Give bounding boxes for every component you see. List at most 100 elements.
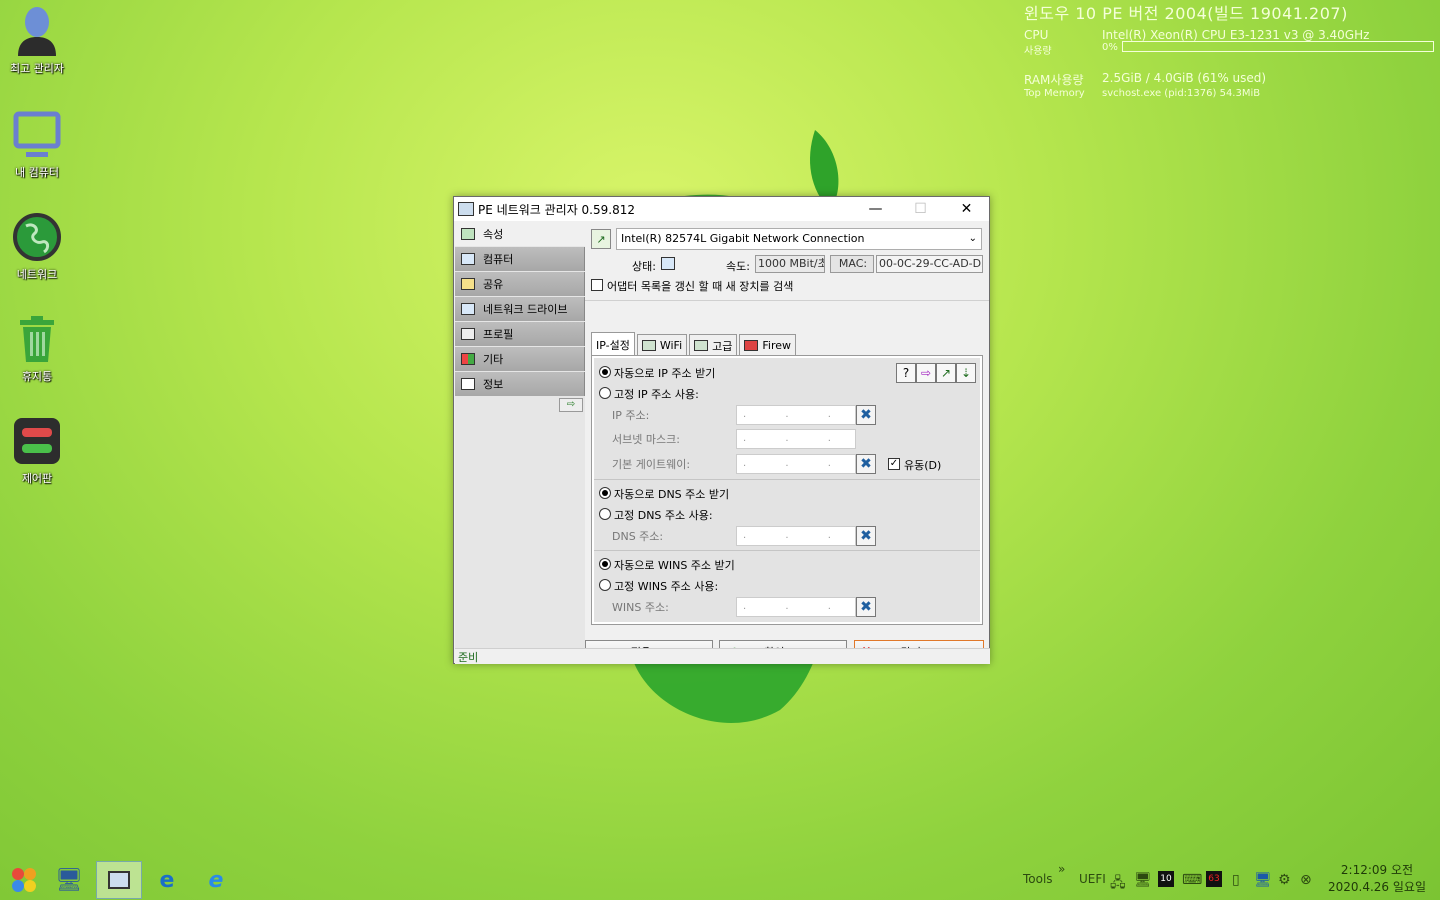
uefi-label: UEFI: [1079, 872, 1106, 886]
sidebar-item-label: 기타: [483, 353, 504, 366]
start-button[interactable]: [10, 866, 38, 894]
auto-dns-label: 자동으로 DNS 주소 받기: [614, 488, 730, 501]
advanced-settings-icon: [694, 340, 709, 351]
sidebar-item-properties[interactable]: 속성: [455, 222, 585, 246]
clock-time: 2:12:09 오전: [1340, 863, 1414, 877]
monitor-icon: [461, 253, 475, 265]
desktop-icon-admin[interactable]: 최고 관리자: [2, 6, 72, 76]
close-window-button[interactable]: ✕: [944, 197, 989, 221]
user-icon: [18, 7, 56, 56]
clock[interactable]: 2:12:09 오전 2020.4.26 일요일: [1322, 862, 1432, 896]
folder-icon: [461, 278, 475, 290]
wins-address-label: WINS 주소:: [612, 601, 669, 614]
tab-label: WiFi: [659, 339, 683, 352]
taskbar-network-manager[interactable]: [96, 861, 142, 899]
cpu-usage-label: 사용량: [1024, 46, 1052, 57]
desktop-icon-label: 최고 관리자: [9, 62, 65, 75]
sidebar-item-label: 속성: [483, 228, 504, 241]
expand-down-icon[interactable]: ⇣: [956, 363, 976, 383]
speed-label: 속도:: [726, 260, 750, 273]
internet-explorer-icon[interactable]: e: [202, 866, 230, 894]
auto-dns-radio[interactable]: [599, 487, 611, 499]
dynamic-checkbox[interactable]: ✓: [888, 458, 900, 470]
close-circle-tray-icon[interactable]: ⊗: [1300, 872, 1312, 888]
minimize-button[interactable]: —: [853, 197, 898, 221]
gateway-field[interactable]: . . .: [736, 454, 856, 474]
auto-ip-radio[interactable]: [599, 366, 611, 378]
network-tray-icon[interactable]: 🖧: [1110, 872, 1126, 896]
clear-gateway-icon[interactable]: ✖: [856, 454, 876, 474]
static-ip-label: 고정 IP 주소 사용:: [614, 388, 699, 401]
auto-ip-label: 자동으로 IP 주소 받기: [614, 367, 716, 380]
os-version: 윈도우 10 PE 버전 2004(빌드 19041.207): [1024, 4, 1348, 23]
sidebar-item-other[interactable]: 기타: [455, 347, 585, 371]
desktop-icon-my-computer[interactable]: 내 컴퓨터: [2, 110, 72, 180]
usb-tray-icon[interactable]: ▯: [1232, 872, 1240, 888]
cpu-usage-bar: [1122, 41, 1434, 52]
clear-wins-icon[interactable]: ✖: [856, 597, 876, 617]
collapse-arrow-icon[interactable]: ⇨: [559, 398, 583, 412]
speed-field: 1000 MBit/초: [755, 255, 825, 273]
profile-icon: [461, 328, 475, 340]
tab-firewall[interactable]: Firew: [739, 334, 797, 356]
desktop-icon-label: 휴지통: [21, 370, 53, 383]
number-tray-icon[interactable]: 10: [1158, 871, 1174, 887]
desktop-icon-recycle-bin[interactable]: 휴지통: [2, 314, 72, 384]
tab-ip-settings[interactable]: IP-설정: [591, 332, 635, 356]
maximize-button[interactable]: ☐: [898, 197, 943, 221]
display-tray-icon[interactable]: 🖥: [1254, 872, 1272, 888]
arrow-right-icon[interactable]: ⇨: [916, 363, 936, 383]
counter-tray-icon[interactable]: 63: [1206, 871, 1222, 887]
edge-icon[interactable]: e: [153, 866, 181, 894]
eraser-tray-icon[interactable]: ⌨: [1182, 872, 1202, 888]
desktop-icon-label: 네트워크: [16, 268, 58, 281]
trash-icon: [20, 316, 54, 362]
adapter-select[interactable]: Intel(R) 82574L Gigabit Network Connecti…: [616, 228, 982, 250]
static-wins-radio[interactable]: [599, 579, 611, 591]
tab-label: 고급: [712, 339, 733, 353]
clear-dns-icon[interactable]: ✖: [856, 526, 876, 546]
sidebar-item-network-drive[interactable]: 네트워크 드라이브: [455, 297, 585, 321]
sidebar-item-share[interactable]: 공유: [455, 272, 585, 296]
desktop-icon-control-panel[interactable]: 제어판: [2, 416, 72, 486]
help-icon[interactable]: ?: [896, 363, 916, 383]
desktop-icon-label: 내 컴퓨터: [15, 166, 59, 179]
dns-address-field[interactable]: . . .: [736, 526, 856, 546]
ip-address-field[interactable]: . . .: [736, 405, 856, 425]
tab-wifi[interactable]: WiFi: [636, 334, 688, 356]
tab-advanced[interactable]: 고급: [689, 334, 738, 356]
monitor-tray-icon[interactable]: 🖥: [1134, 872, 1152, 888]
export-icon[interactable]: ↗: [936, 363, 956, 383]
divider: [594, 479, 980, 480]
wins-address-field[interactable]: . . .: [736, 597, 856, 617]
search-new-devices-checkbox[interactable]: [591, 279, 603, 291]
subnet-mask-field[interactable]: . . .: [736, 429, 856, 449]
auto-wins-label: 자동으로 WINS 주소 받기: [614, 559, 735, 572]
properties-panel: ↗ Intel(R) 82574L Gigabit Network Connec…: [585, 222, 989, 664]
network-manager-icon: [108, 871, 130, 889]
sidebar-item-label: 정보: [483, 378, 504, 391]
tab-label: IP-설정: [596, 338, 630, 352]
control-panel-icon: [14, 418, 60, 464]
sidebar-item-computer[interactable]: 컴퓨터: [455, 247, 585, 271]
refresh-adapter-icon[interactable]: ↗: [591, 229, 611, 249]
sidebar-item-info[interactable]: 정보: [455, 372, 585, 396]
title-bar[interactable]: PE 네트워크 관리자 0.59.812 — ☐ ✕: [454, 197, 989, 221]
desktop-icon-network[interactable]: 네트워크: [2, 212, 72, 282]
sidebar-item-label: 프로필: [483, 328, 514, 341]
window-title: PE 네트워크 관리자 0.59.812: [478, 202, 635, 217]
sidebar-item-profile[interactable]: 프로필: [455, 322, 585, 346]
tools-label[interactable]: Tools: [1023, 872, 1053, 886]
globe-icon: [13, 213, 61, 261]
computer-icon: [13, 111, 61, 157]
chevron-up-icon[interactable]: »: [1058, 862, 1065, 876]
clear-ip-icon[interactable]: ✖: [856, 405, 876, 425]
ip-settings-inner: ? ⇨ ↗ ⇣ 자동으로 IP 주소 받기 고정 IP 주소 사용: IP 주소…: [594, 358, 980, 622]
settings-tray-icon[interactable]: ⚙: [1278, 872, 1291, 888]
static-dns-radio[interactable]: [599, 508, 611, 520]
auto-wins-radio[interactable]: [599, 558, 611, 570]
firewall-icon: [744, 340, 759, 351]
static-ip-radio[interactable]: [599, 387, 611, 399]
file-explorer-icon[interactable]: 🖥: [55, 866, 83, 894]
gateway-label: 기본 게이트웨이:: [612, 458, 691, 471]
